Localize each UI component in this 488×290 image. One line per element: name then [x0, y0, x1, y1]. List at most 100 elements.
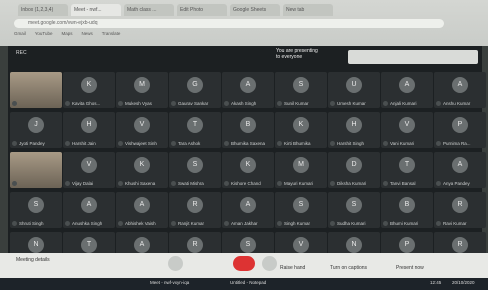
- participant-tile[interactable]: S Sunil Kumar: [275, 72, 327, 108]
- participant-name: Anya Pandey: [443, 181, 470, 186]
- participant-tile[interactable]: A Anushka Singh: [63, 192, 115, 228]
- participant-tile[interactable]: [10, 72, 62, 108]
- participant-tile[interactable]: A Akash Singh: [222, 72, 274, 108]
- avatar: S: [187, 157, 203, 173]
- participant-name-row: Tara Ashok: [171, 141, 219, 146]
- avatar: N: [346, 237, 362, 253]
- participant-name-row: Mayuri Kumari: [277, 181, 325, 186]
- participant-tile[interactable]: K Kishore Chand: [222, 152, 274, 188]
- participant-tile[interactable]: M Mukesh Vyas: [116, 72, 168, 108]
- bookmarks-bar: Gmail YouTube Maps News Translate: [14, 31, 120, 36]
- participant-tile[interactable]: A Anshu Kumar: [434, 72, 486, 108]
- participant-tile[interactable]: S Sudha Kumari: [328, 192, 380, 228]
- address-bar[interactable]: meet.google.com/vwn-ejxb-udq: [14, 19, 444, 28]
- avatar: V: [81, 157, 97, 173]
- participant-name: Vishwajeet Sinh: [125, 141, 157, 146]
- bookmark-item[interactable]: Translate: [102, 31, 121, 36]
- camera-button[interactable]: [262, 256, 277, 271]
- mic-muted-icon: [65, 221, 70, 226]
- taskbar-item[interactable]: Meet - nwf-vxyn-iqa: [150, 280, 189, 285]
- participant-tile[interactable]: V Vijay Dalai: [63, 152, 115, 188]
- participant-tile[interactable]: H Harshit Singh: [328, 112, 380, 148]
- participant-name-row: Harshit Singh: [330, 141, 378, 146]
- participant-name: Kavita Ghos...: [72, 101, 101, 106]
- browser-tab[interactable]: Math class ...: [124, 4, 174, 16]
- participant-tile[interactable]: M Mayuri Kumari: [275, 152, 327, 188]
- participant-tile[interactable]: [10, 152, 62, 188]
- mic-muted-icon: [383, 181, 388, 186]
- avatar: H: [346, 117, 362, 133]
- avatar: U: [346, 77, 362, 93]
- mic-muted-icon: [330, 101, 335, 106]
- participant-tile[interactable]: K Kirti Bhumika: [275, 112, 327, 148]
- participant-name-row: Umesh Kumar: [330, 101, 378, 106]
- participant-tile[interactable]: T Tara Ashok: [169, 112, 221, 148]
- taskbar-item[interactable]: Untitled - Notepad: [230, 280, 266, 285]
- participant-tile[interactable]: P Purnima Ra...: [434, 112, 486, 148]
- bookmark-item[interactable]: Maps: [61, 31, 72, 36]
- participant-tile[interactable]: S Swati Mishra: [169, 152, 221, 188]
- avatar: T: [81, 237, 97, 253]
- mic-muted-icon: [171, 141, 176, 146]
- mic-muted-icon: [171, 181, 176, 186]
- mic-muted-icon: [65, 101, 70, 106]
- bookmark-item[interactable]: News: [81, 31, 92, 36]
- bookmark-item[interactable]: Gmail: [14, 31, 26, 36]
- meeting-details-button[interactable]: Meeting details: [16, 257, 50, 263]
- participant-name-row: Sunil Kumar: [277, 101, 325, 106]
- participant-tile[interactable]: G Gaurav Sankar: [169, 72, 221, 108]
- participant-name: Anjali Kumari: [390, 101, 417, 106]
- participant-name-row: Khushi Saxena: [118, 181, 166, 186]
- browser-tab[interactable]: New tab: [283, 4, 333, 16]
- participant-tile[interactable]: S Shruti Singh: [10, 192, 62, 228]
- avatar: P: [399, 237, 415, 253]
- participant-tile[interactable]: K Khushi Saxena: [116, 152, 168, 188]
- mic-button[interactable]: [168, 256, 183, 271]
- mic-muted-icon: [65, 141, 70, 146]
- participant-tile[interactable]: D Diksha Kumari: [328, 152, 380, 188]
- present-now-button[interactable]: Present now: [396, 265, 424, 271]
- raise-hand-button[interactable]: Raise hand: [280, 265, 305, 271]
- avatar: A: [452, 157, 468, 173]
- participant-name: Bhumi Kumari: [390, 221, 419, 226]
- participant-tile[interactable]: A Abhishek Vaish: [116, 192, 168, 228]
- participant-tile[interactable]: A Anjali Kumari: [381, 72, 433, 108]
- participant-grid: K Kavita Ghos... M Mukesh Vyas G Gaurav Sanka…: [10, 72, 486, 268]
- stop-presenting-panel[interactable]: [348, 50, 478, 64]
- participant-name-row: Jyoti Pandey: [12, 141, 60, 146]
- participant-tile[interactable]: A Anya Pandey: [434, 152, 486, 188]
- participant-tile[interactable]: R Ravi Kumar: [434, 192, 486, 228]
- browser-tab[interactable]: Google Sheets: [230, 4, 280, 16]
- mic-muted-icon: [118, 181, 123, 186]
- browser-tab[interactable]: Meet - nwf...: [71, 4, 121, 16]
- participant-tile[interactable]: V Vani Kumari: [381, 112, 433, 148]
- browser-tab[interactable]: Edit Photo: [177, 4, 227, 16]
- participant-tile[interactable]: V Vishwajeet Sinh: [116, 112, 168, 148]
- bookmark-item[interactable]: YouTube: [35, 31, 53, 36]
- avatar: V: [399, 117, 415, 133]
- participant-name-row: Akash Singh: [224, 101, 272, 106]
- participant-name-row: Bhumi Kumari: [383, 221, 431, 226]
- participant-tile[interactable]: R Ranjit Kumar: [169, 192, 221, 228]
- avatar: V: [293, 237, 309, 253]
- participant-tile[interactable]: B Bhumi Kumari: [381, 192, 433, 228]
- captions-button[interactable]: Turn on captions: [330, 265, 367, 271]
- avatar: G: [187, 77, 203, 93]
- end-call-button[interactable]: [233, 256, 255, 271]
- participant-tile[interactable]: U Umesh Kumar: [328, 72, 380, 108]
- avatar: A: [134, 237, 150, 253]
- browser-tab[interactable]: Inbox (1,2,3,4): [18, 4, 68, 16]
- participant-tile[interactable]: A Aman Jakhar: [222, 192, 274, 228]
- participant-tile[interactable]: K Kavita Ghos...: [63, 72, 115, 108]
- participant-tile[interactable]: S Singh Kumar: [275, 192, 327, 228]
- participant-tile[interactable]: B Bhumika Saxena: [222, 112, 274, 148]
- participant-tile[interactable]: J Jyoti Pandey: [10, 112, 62, 148]
- mic-muted-icon: [224, 181, 229, 186]
- mic-muted-icon: [224, 101, 229, 106]
- participant-name-row: Purnima Ra...: [436, 141, 484, 146]
- mic-muted-icon: [118, 101, 123, 106]
- mic-muted-icon: [330, 221, 335, 226]
- participant-name: Harshit Singh: [337, 141, 365, 146]
- participant-tile[interactable]: H Harshit Jain: [63, 112, 115, 148]
- participant-tile[interactable]: T Tanvi Bansal: [381, 152, 433, 188]
